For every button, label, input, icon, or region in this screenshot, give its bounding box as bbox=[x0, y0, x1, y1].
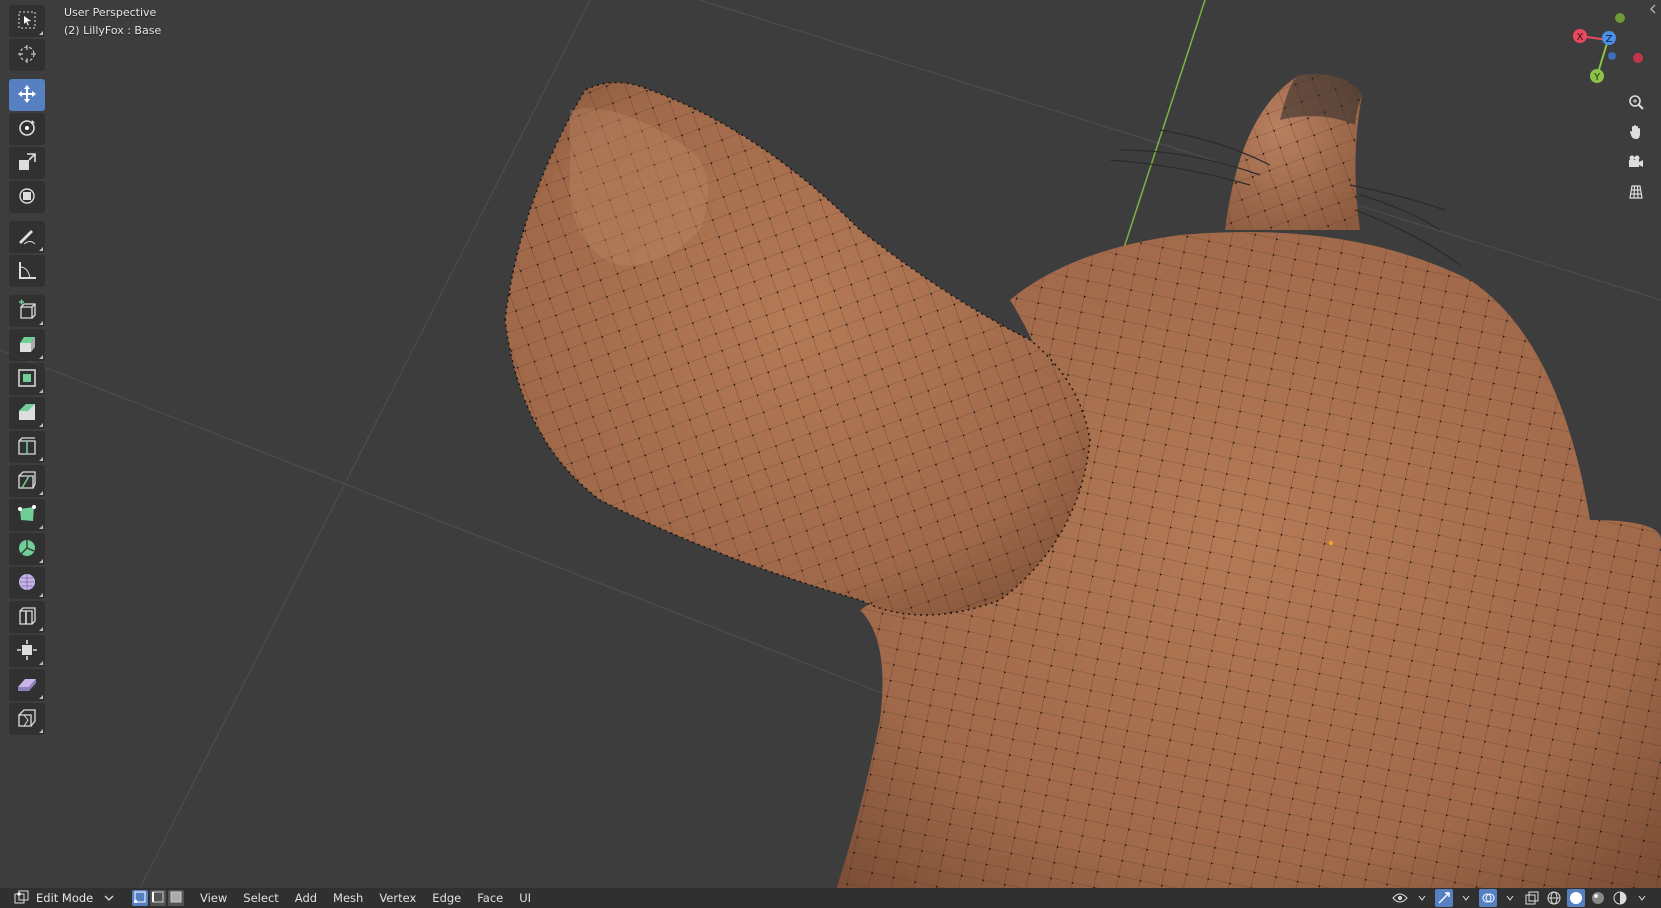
menu-add[interactable]: Add bbox=[287, 888, 325, 908]
rendered-shading-icon[interactable] bbox=[1611, 889, 1629, 907]
shear-tool[interactable] bbox=[9, 669, 45, 701]
poly-build-icon bbox=[16, 503, 38, 528]
edge-slide-icon bbox=[16, 605, 38, 630]
bevel-icon bbox=[16, 401, 38, 426]
cursor-icon bbox=[17, 44, 37, 67]
chevron-down-icon[interactable] bbox=[1633, 889, 1651, 907]
zoom-icon[interactable] bbox=[1622, 88, 1650, 116]
fox-ear bbox=[1225, 74, 1362, 231]
overlays-icon[interactable] bbox=[1479, 889, 1497, 907]
collapse-arrow-icon[interactable] bbox=[1648, 2, 1658, 16]
visibility-icon[interactable] bbox=[1391, 889, 1409, 907]
chevron-down-icon bbox=[104, 892, 114, 905]
gizmo-neg-x-ball[interactable] bbox=[1633, 53, 1643, 63]
move-tool[interactable] bbox=[9, 79, 45, 111]
inset-icon bbox=[16, 367, 38, 392]
menu-view[interactable]: View bbox=[192, 888, 235, 908]
loop-cut-tool[interactable] bbox=[9, 431, 45, 463]
gizmo-x-label: X bbox=[1577, 32, 1584, 43]
edit-mode-icon bbox=[14, 890, 30, 907]
gizmo-neg-y-ball[interactable] bbox=[1615, 13, 1625, 23]
vertex-select-icon bbox=[133, 891, 146, 906]
xray-icon[interactable] bbox=[1523, 889, 1541, 907]
vertex-select-button[interactable] bbox=[132, 890, 148, 906]
selected-vertex bbox=[1328, 540, 1334, 546]
edge-select-icon bbox=[152, 891, 164, 906]
camera-icon[interactable] bbox=[1622, 148, 1650, 176]
transform-tool[interactable] bbox=[9, 181, 45, 213]
edge-slide-tool[interactable] bbox=[9, 601, 45, 633]
face-select-icon bbox=[170, 891, 182, 906]
shear-icon bbox=[16, 673, 38, 698]
spin-icon bbox=[16, 537, 38, 562]
select-box-icon bbox=[17, 10, 37, 33]
chevron-down-icon[interactable] bbox=[1413, 889, 1431, 907]
annotate-tool[interactable] bbox=[9, 221, 45, 253]
scale-icon bbox=[16, 151, 38, 176]
material-shading-icon[interactable] bbox=[1589, 889, 1607, 907]
mode-label: Edit Mode bbox=[36, 891, 94, 905]
pan-hand-icon[interactable] bbox=[1622, 118, 1650, 146]
navigation-gizmo: X Z Y bbox=[1573, 13, 1643, 83]
gizmo-toggle-icon[interactable] bbox=[1435, 889, 1453, 907]
viewport-canvas[interactable]: X Z Y bbox=[0, 0, 1661, 908]
mode-dropdown[interactable]: Edit Mode bbox=[10, 890, 118, 907]
3d-viewport[interactable]: X Z Y bbox=[0, 0, 1661, 908]
poly-build-tool[interactable] bbox=[9, 499, 45, 531]
bevel-tool[interactable] bbox=[9, 397, 45, 429]
add-cube-icon bbox=[16, 299, 38, 324]
ortho-grid-icon[interactable] bbox=[1622, 178, 1650, 206]
solid-shading-icon[interactable] bbox=[1567, 889, 1585, 907]
view-name-label: User Perspective bbox=[64, 6, 157, 19]
extrude-tool[interactable] bbox=[9, 329, 45, 361]
spin-tool[interactable] bbox=[9, 533, 45, 565]
rotate-tool[interactable] bbox=[9, 113, 45, 145]
measure-icon bbox=[16, 259, 38, 284]
gizmo-z-label: Z bbox=[1606, 34, 1613, 45]
rotate-icon bbox=[16, 117, 38, 142]
gizmo-y-label: Y bbox=[1593, 72, 1601, 83]
menu-mesh[interactable]: Mesh bbox=[325, 888, 371, 908]
smooth-icon bbox=[16, 571, 38, 596]
menu-face[interactable]: Face bbox=[469, 888, 511, 908]
measure-tool[interactable] bbox=[9, 255, 45, 287]
extrude-icon bbox=[16, 333, 38, 358]
inset-tool[interactable] bbox=[9, 363, 45, 395]
viewport-header: Edit Mode View Select Add Mesh Vertex Ed… bbox=[0, 888, 1661, 908]
menu-ui[interactable]: UI bbox=[511, 888, 539, 908]
wireframe-shading-icon[interactable] bbox=[1545, 889, 1563, 907]
rip-icon bbox=[16, 707, 38, 732]
rip-tool[interactable] bbox=[9, 703, 45, 735]
transform-icon bbox=[16, 185, 38, 210]
move-icon bbox=[16, 83, 38, 108]
loop-cut-icon bbox=[16, 435, 38, 460]
chevron-down-icon[interactable] bbox=[1501, 889, 1519, 907]
knife-icon bbox=[16, 469, 38, 494]
shrink-fatten-tool[interactable] bbox=[9, 635, 45, 667]
smooth-tool[interactable] bbox=[9, 567, 45, 599]
fox-snout bbox=[504, 81, 1091, 616]
gizmo-neg-z-ball[interactable] bbox=[1608, 52, 1616, 60]
menu-edge[interactable]: Edge bbox=[424, 888, 469, 908]
shrink-fatten-icon bbox=[16, 639, 38, 664]
menu-select[interactable]: Select bbox=[235, 888, 286, 908]
knife-tool[interactable] bbox=[9, 465, 45, 497]
add-cube-tool[interactable] bbox=[9, 295, 45, 327]
chevron-down-icon[interactable] bbox=[1457, 889, 1475, 907]
face-select-button[interactable] bbox=[168, 890, 184, 906]
menu-vertex[interactable]: Vertex bbox=[371, 888, 424, 908]
edge-select-button[interactable] bbox=[150, 890, 166, 906]
annotate-icon bbox=[16, 225, 38, 250]
select-box-tool[interactable] bbox=[9, 5, 45, 37]
cursor-tool[interactable] bbox=[9, 39, 45, 71]
scale-tool[interactable] bbox=[9, 147, 45, 179]
tool-shelf bbox=[8, 4, 46, 736]
object-info-label: (2) LillyFox : Base bbox=[64, 24, 162, 37]
